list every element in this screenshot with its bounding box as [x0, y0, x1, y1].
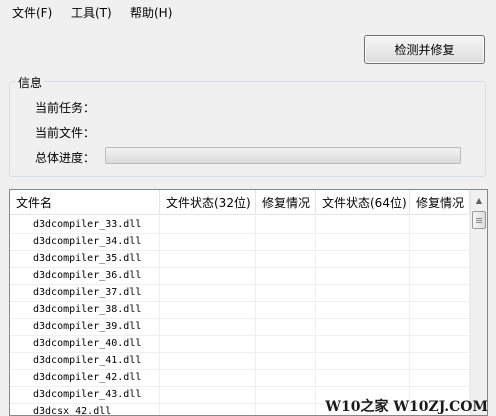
scrollbar-thumb[interactable] — [472, 211, 486, 229]
grip-line-icon — [476, 222, 482, 223]
status-cell — [160, 335, 256, 352]
file-name-cell: d3dcompiler_41.dll — [10, 352, 160, 369]
status-cell — [256, 233, 316, 250]
status-cell — [316, 216, 410, 233]
status-cell — [256, 318, 316, 335]
status-cell — [316, 233, 410, 250]
status-cell — [160, 352, 256, 369]
file-name-cell: d3dcompiler_36.dll — [10, 267, 160, 284]
status-cell — [160, 284, 256, 301]
current-task-label: 当前任务： — [35, 101, 96, 115]
status-cell — [160, 216, 256, 233]
status-cell — [410, 335, 470, 352]
table-row[interactable]: d3dcompiler_33.dll — [10, 216, 470, 234]
table-row[interactable]: d3dcompiler_40.dll — [10, 335, 470, 353]
status-cell — [256, 369, 316, 386]
column-header[interactable]: 文件名 — [10, 190, 160, 214]
watermark: W10之家 W10ZJ.COM — [325, 399, 488, 415]
status-cell — [410, 369, 470, 386]
status-cell — [316, 318, 410, 335]
file-name-cell: d3dcompiler_38.dll — [10, 301, 160, 318]
column-header[interactable]: 修复情况 — [410, 190, 470, 214]
status-cell — [316, 301, 410, 318]
status-cell — [410, 216, 470, 233]
detect-and-repair-button[interactable]: 检测并修复 — [364, 35, 485, 64]
vertical-scrollbar[interactable]: ▲ — [470, 190, 487, 415]
menu-help[interactable]: 帮助(H) — [130, 4, 172, 21]
status-cell — [410, 352, 470, 369]
status-cell — [316, 352, 410, 369]
status-cell — [256, 403, 316, 415]
file-list[interactable]: 文件名 文件状态(32位) 修复情况 文件状态(64位) 修复情况 d3dcompile… — [9, 189, 488, 416]
table-row[interactable]: d3dcompiler_42.dll — [10, 369, 470, 387]
status-cell — [410, 233, 470, 250]
table-row[interactable]: d3dcompiler_38.dll — [10, 301, 470, 319]
status-cell — [410, 250, 470, 267]
status-cell — [160, 233, 256, 250]
status-cell — [160, 267, 256, 284]
status-cell — [316, 369, 410, 386]
column-header[interactable]: 文件状态(64位) — [316, 190, 410, 214]
status-cell — [410, 318, 470, 335]
status-cell — [256, 284, 316, 301]
status-cell — [410, 284, 470, 301]
table-row[interactable]: d3dcompiler_34.dll — [10, 233, 470, 251]
file-name-cell: d3dcompiler_43.dll — [10, 386, 160, 403]
status-cell — [256, 301, 316, 318]
status-cell — [160, 250, 256, 267]
grip-line-icon — [476, 220, 482, 221]
overall-progress-bar — [105, 147, 461, 164]
status-cell — [160, 403, 256, 415]
table-row[interactable]: d3dcompiler_41.dll — [10, 352, 470, 370]
status-cell — [410, 301, 470, 318]
status-cell — [316, 267, 410, 284]
file-name-cell: d3dcompiler_39.dll — [10, 318, 160, 335]
status-cell — [316, 335, 410, 352]
status-cell — [160, 318, 256, 335]
column-header[interactable]: 修复情况 — [256, 190, 316, 214]
file-name-cell: d3dcsx_42.dll — [10, 403, 160, 415]
file-name-cell: d3dcompiler_37.dll — [10, 284, 160, 301]
status-cell — [410, 267, 470, 284]
grip-line-icon — [476, 218, 482, 219]
column-header[interactable]: 文件状态(32位) — [160, 190, 256, 214]
status-cell — [316, 250, 410, 267]
status-cell — [256, 267, 316, 284]
info-group-title: 信息 — [16, 74, 45, 91]
table-row[interactable]: d3dcompiler_37.dll — [10, 284, 470, 302]
file-name-cell: d3dcompiler_33.dll — [10, 216, 160, 233]
status-cell — [160, 386, 256, 403]
status-cell — [316, 284, 410, 301]
status-cell — [256, 386, 316, 403]
status-cell — [256, 352, 316, 369]
menu-tools[interactable]: 工具(T) — [71, 4, 112, 21]
overall-progress-label: 总体进度： — [35, 151, 96, 165]
table-row[interactable]: d3dcompiler_35.dll — [10, 250, 470, 268]
menu-bar: 文件(F) 工具(T) 帮助(H) — [0, 0, 496, 22]
current-file-label: 当前文件： — [35, 126, 96, 140]
status-cell — [256, 335, 316, 352]
file-list-header: 文件名 文件状态(32位) 修复情况 文件状态(64位) 修复情况 — [10, 190, 487, 215]
status-cell — [160, 301, 256, 318]
file-name-cell: d3dcompiler_34.dll — [10, 233, 160, 250]
menu-file[interactable]: 文件(F) — [12, 4, 52, 21]
file-name-cell: d3dcompiler_40.dll — [10, 335, 160, 352]
status-cell — [256, 250, 316, 267]
table-row[interactable]: d3dcompiler_39.dll — [10, 318, 470, 336]
table-row[interactable]: d3dcompiler_36.dll — [10, 267, 470, 285]
status-cell — [256, 216, 316, 233]
file-name-cell: d3dcompiler_42.dll — [10, 369, 160, 386]
scroll-up-icon[interactable]: ▲ — [472, 192, 486, 208]
status-cell — [160, 369, 256, 386]
file-name-cell: d3dcompiler_35.dll — [10, 250, 160, 267]
